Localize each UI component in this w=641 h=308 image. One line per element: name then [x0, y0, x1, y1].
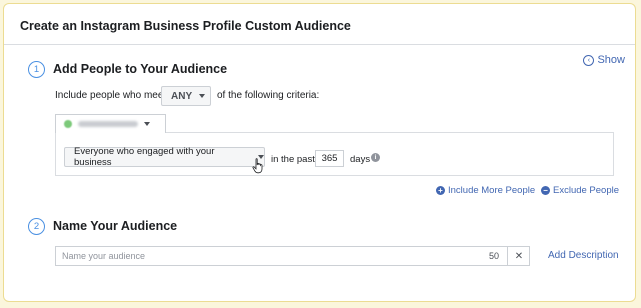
- custom-audience-card: Create an Instagram Business Profile Cus…: [3, 3, 636, 302]
- include-more-label: Include More People: [448, 185, 536, 196]
- title-divider: [4, 44, 635, 45]
- step-number-1: 1: [28, 61, 45, 78]
- audience-name-placeholder: Name your audience: [62, 251, 146, 261]
- chevron-down-icon: [144, 122, 150, 126]
- exclude-people-link[interactable]: − Exclude People: [541, 185, 619, 196]
- section-title-add-people: Add People to Your Audience: [53, 62, 228, 76]
- include-suffix-text: of the following criteria:: [217, 90, 320, 101]
- show-link[interactable]: ‹ Show: [583, 54, 625, 66]
- clear-name-button[interactable]: ✕: [507, 246, 530, 266]
- hand-pointer-icon: [252, 158, 263, 174]
- in-the-past-text: in the past: [271, 154, 315, 165]
- days-label: days: [350, 154, 371, 165]
- minus-circle-icon: −: [541, 186, 550, 195]
- section-title-name-audience: Name Your Audience: [53, 219, 178, 233]
- days-input[interactable]: 365: [315, 150, 344, 167]
- account-avatar: [64, 120, 72, 128]
- character-limit: 50: [489, 251, 500, 261]
- audience-name-input[interactable]: Name your audience: [55, 246, 530, 266]
- chevron-down-icon: [199, 94, 206, 98]
- include-more-people-link[interactable]: + Include More People: [436, 185, 535, 196]
- close-icon: ✕: [514, 250, 524, 262]
- account-name-redacted: [78, 121, 138, 127]
- show-label: Show: [597, 54, 625, 66]
- step-number-2: 2: [28, 218, 45, 235]
- include-prefix-text: Include people who meet: [55, 90, 167, 101]
- plus-circle-icon: +: [436, 186, 445, 195]
- instagram-account-selector[interactable]: [55, 114, 166, 133]
- card-title: Create an Instagram Business Profile Cus…: [20, 19, 351, 33]
- engagement-type-value: Everyone who engaged with your business: [74, 146, 215, 168]
- add-description-link[interactable]: Add Description: [548, 250, 619, 261]
- chevron-left-circle-icon: ‹: [583, 54, 595, 66]
- match-type-dropdown[interactable]: ANY: [161, 86, 211, 106]
- match-type-value: ANY: [171, 90, 193, 102]
- engagement-type-dropdown[interactable]: Everyone who engaged with your business: [64, 146, 265, 168]
- info-icon[interactable]: i: [371, 153, 380, 162]
- exclude-label: Exclude People: [553, 185, 620, 196]
